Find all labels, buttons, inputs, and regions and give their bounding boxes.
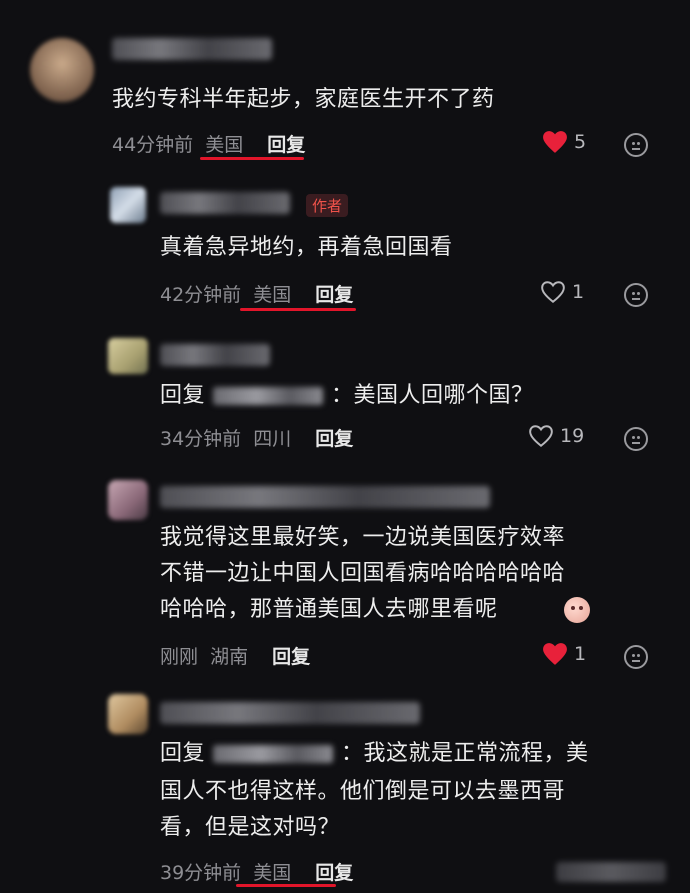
comment-meta: 刚刚 湖南 回复 — [160, 642, 310, 669]
username-blurred[interactable] — [112, 38, 272, 60]
mentioned-user-blurred[interactable] — [213, 745, 334, 763]
timestamp: 42分钟前 — [160, 284, 242, 306]
username-blurred[interactable] — [160, 702, 420, 724]
underline-highlight — [200, 157, 304, 160]
comment-meta: 42分钟前 美国 回复 — [160, 280, 353, 307]
comment-text: 回复 ：美国人回哪个国？ — [160, 378, 534, 414]
username-blurred[interactable] — [160, 344, 270, 366]
underline-highlight — [236, 884, 336, 887]
comment-text-line-1: 我觉得这里最好笑，一边说美国医疗效率 — [160, 525, 566, 550]
heart-icon — [543, 643, 567, 665]
avatar[interactable] — [108, 694, 148, 734]
avatar[interactable] — [108, 338, 148, 374]
underline-highlight — [240, 308, 356, 311]
comment-text-line-2: 不错一边让中国人回国看病哈哈哈哈哈哈 — [160, 561, 566, 586]
reply-button[interactable]: 回复 — [267, 130, 305, 157]
mentioned-user-blurred[interactable] — [213, 387, 324, 405]
like-count: 1 — [572, 281, 585, 303]
timestamp: 刚刚 — [160, 646, 199, 668]
author-badge: 作者 — [306, 194, 349, 217]
comment-text: 我约专科半年起步，家庭医生开不了药 — [112, 87, 495, 112]
username-blurred[interactable] — [160, 486, 490, 508]
reply-content: ：我这就是正常流程，美 — [341, 741, 589, 766]
reply-button[interactable]: 回复 — [272, 642, 310, 669]
heart-icon — [541, 281, 565, 304]
location: 美国 — [253, 284, 292, 306]
comment-3: 回复 ：美国人回哪个国？ 34分钟前 四川 回复 19 — [0, 320, 690, 470]
face-sticker-icon — [564, 597, 590, 623]
comment-text-line-2: 国人不也得这样。他们倒是可以去墨西哥 — [160, 779, 566, 804]
emoji-reaction-icon[interactable] — [624, 133, 648, 157]
like-button[interactable]: 5 — [542, 130, 586, 154]
avatar[interactable] — [110, 187, 146, 223]
like-button[interactable]: 1 — [540, 280, 584, 304]
timestamp: 44分钟前 — [112, 134, 194, 156]
location: 美国 — [205, 134, 244, 156]
watermark-blurred — [556, 862, 666, 882]
timestamp: 39分钟前 — [160, 862, 242, 884]
reply-prefix: 回复 — [160, 741, 206, 766]
comment-5: 回复 ：我这就是正常流程，美 国人不也得这样。他们倒是可以去墨西哥 看，但是这对吗… — [0, 680, 690, 893]
location: 美国 — [253, 862, 292, 884]
comment-4: 我觉得这里最好笑，一边说美国医疗效率 不错一边让中国人回国看病哈哈哈哈哈哈 哈哈… — [0, 470, 690, 680]
heart-icon — [529, 425, 553, 448]
like-count: 19 — [560, 425, 585, 447]
heart-icon — [543, 131, 567, 153]
comment-text-line-3: 看，但是这对吗？ — [160, 815, 341, 840]
comment-meta: 39分钟前 美国 回复 — [160, 858, 353, 885]
like-count: 1 — [574, 643, 587, 665]
comment-meta: 44分钟前 美国 回复 — [112, 130, 305, 157]
like-button[interactable]: 19 — [528, 424, 584, 448]
comment-text-line-3: 哈哈哈，那普通美国人去哪里看呢 — [160, 597, 498, 622]
location: 四川 — [253, 428, 292, 450]
reply-button[interactable]: 回复 — [315, 424, 353, 451]
avatar[interactable] — [30, 38, 94, 102]
reply-button[interactable]: 回复 — [315, 280, 353, 307]
comment-1: 我约专科半年起步，家庭医生开不了药 44分钟前 美国 回复 5 — [0, 0, 690, 170]
emoji-reaction-icon[interactable] — [624, 645, 648, 669]
comment-text: 真着急异地约，再着急回国看 — [160, 235, 453, 260]
avatar[interactable] — [108, 480, 148, 520]
comment-2: 作者 真着急异地约，再着急回国看 42分钟前 美国 回复 1 — [0, 170, 690, 320]
reply-button[interactable]: 回复 — [315, 858, 353, 885]
username-blurred[interactable] — [160, 192, 290, 214]
emoji-reaction-icon[interactable] — [624, 427, 648, 451]
reply-prefix: 回复 — [160, 383, 206, 408]
location: 湖南 — [210, 646, 249, 668]
like-count: 5 — [574, 131, 587, 153]
timestamp: 34分钟前 — [160, 428, 242, 450]
comment-text-line-1: 回复 ：我这就是正常流程，美 — [160, 736, 589, 772]
reply-content: ：美国人回哪个国？ — [331, 383, 534, 408]
like-button[interactable]: 1 — [542, 642, 586, 666]
emoji-reaction-icon[interactable] — [624, 283, 648, 307]
comment-meta: 34分钟前 四川 回复 — [160, 424, 353, 451]
